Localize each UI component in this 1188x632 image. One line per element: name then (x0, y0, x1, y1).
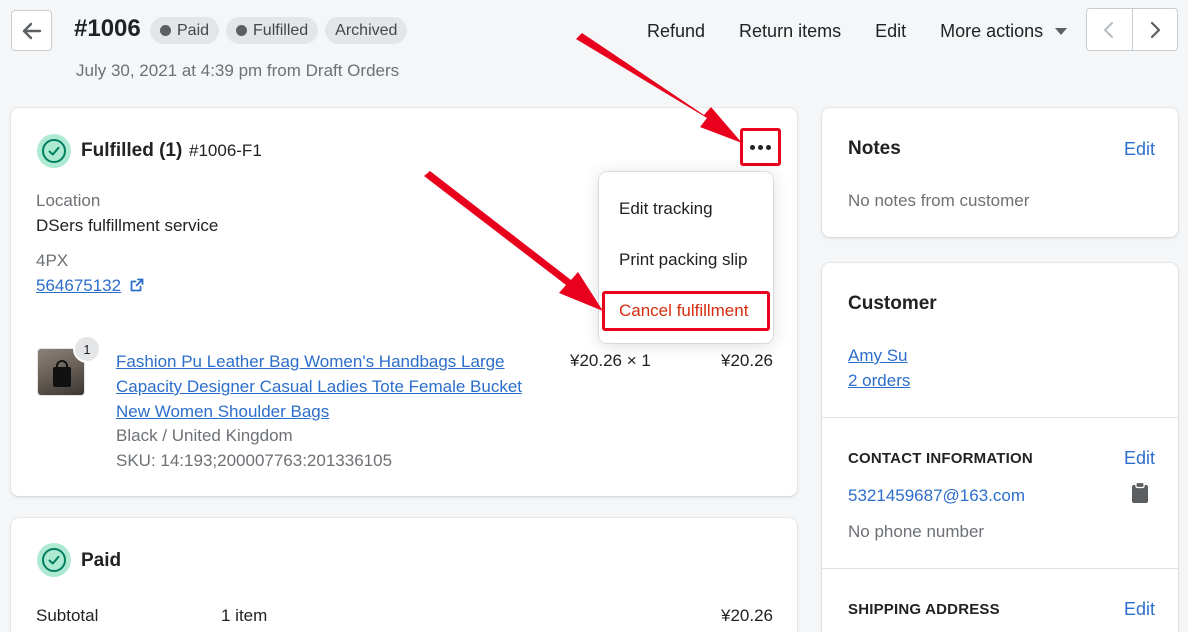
divider (822, 568, 1178, 569)
fulfillment-status: Fulfilled (81, 140, 154, 161)
badge-label: Fulfilled (253, 21, 309, 39)
status-badge-archived: Archived (325, 17, 408, 44)
subtotal-items: 1 item (221, 606, 268, 625)
divider (822, 417, 1178, 418)
fulfillment-count: (1) (159, 140, 183, 161)
line-total: ¥20.26 (721, 351, 773, 370)
customer-title: Customer (848, 293, 937, 314)
order-pagination (1086, 8, 1178, 51)
next-order-button[interactable] (1131, 9, 1178, 50)
location-label: Location (36, 191, 101, 210)
fulfillment-id: #1006-F1 (189, 141, 262, 160)
chevron-left-icon (1104, 21, 1114, 38)
header-actions: Refund Return items Edit More actions (630, 18, 1084, 44)
customer-orders-link[interactable]: 2 orders (848, 371, 910, 391)
status-badge-fulfilled: Fulfilled (226, 17, 319, 44)
edit-contact-button[interactable]: Edit (1124, 448, 1155, 469)
notes-card (822, 108, 1178, 237)
payment-title: Paid (81, 550, 122, 571)
clipboard-icon[interactable] (1131, 481, 1149, 509)
product-title-link[interactable]: Fashion Pu Leather Bag Women's Handbags … (116, 349, 536, 424)
subtotal-label: Subtotal (36, 606, 99, 625)
badge-label: Paid (177, 21, 210, 39)
product-sku: SKU: 14:193;200007763:201336105 (116, 451, 393, 470)
quantity-badge: 1 (73, 335, 101, 363)
location-value: DSers fulfillment service (36, 216, 219, 235)
payment-card (11, 518, 797, 632)
arrow-left-icon (22, 22, 41, 39)
edit-shipping-button[interactable]: Edit (1124, 599, 1155, 620)
back-button[interactable] (11, 10, 52, 51)
tracking-link[interactable]: 564675132 (36, 276, 144, 296)
check-circle-icon (37, 543, 71, 577)
notes-title: Notes (848, 138, 901, 159)
return-items-button[interactable]: Return items (722, 18, 858, 44)
previous-order-button[interactable] (1087, 9, 1132, 50)
customer-email-link[interactable]: 5321459687@163.com (848, 486, 1025, 506)
external-link-icon[interactable] (130, 278, 144, 292)
subtotal-value: ¥20.26 (721, 606, 773, 625)
page-header: #1006 Paid Fulfilled Archived July 30, 2… (0, 0, 1188, 90)
fulfillment-more-button[interactable] (740, 128, 781, 166)
carrier-name: 4PX (36, 251, 69, 270)
order-number: #1006 (74, 15, 141, 42)
edit-tracking-menu-item[interactable]: Edit tracking (619, 199, 713, 219)
tracking-number[interactable]: 564675132 (36, 276, 121, 295)
status-badges: Paid Fulfilled Archived (150, 17, 408, 44)
print-packing-slip-menu-item[interactable]: Print packing slip (619, 250, 748, 270)
chevron-right-icon (1150, 21, 1160, 38)
customer-name-link[interactable]: Amy Su (848, 346, 908, 366)
badge-dot-icon (160, 25, 171, 36)
unit-price-quantity: ¥20.26 × 1 (570, 351, 651, 370)
more-actions-label: More actions (940, 20, 1044, 41)
fulfillment-title: Fulfilled (1) (81, 140, 182, 162)
horizontal-dots-icon (750, 144, 771, 150)
refund-button[interactable]: Refund (630, 18, 722, 44)
order-subtitle: July 30, 2021 at 4:39 pm from Draft Orde… (76, 61, 400, 80)
edit-notes-button[interactable]: Edit (1124, 139, 1155, 160)
product-variant: Black / United Kingdom (116, 426, 293, 445)
badge-dot-icon (236, 25, 248, 36)
status-badge-paid: Paid (150, 17, 220, 44)
caret-down-icon (1055, 27, 1068, 35)
contact-information-label: CONTACT INFORMATION (848, 450, 1033, 467)
more-actions-button[interactable]: More actions (923, 18, 1084, 44)
edit-order-button[interactable]: Edit (858, 18, 923, 44)
badge-label: Archived (335, 21, 398, 39)
customer-phone: No phone number (848, 522, 985, 541)
notes-body: No notes from customer (848, 191, 1030, 210)
check-circle-icon (37, 134, 71, 168)
shipping-address-label: SHIPPING ADDRESS (848, 601, 1000, 618)
cancel-fulfillment-menu-item[interactable]: Cancel fulfillment (602, 291, 770, 331)
